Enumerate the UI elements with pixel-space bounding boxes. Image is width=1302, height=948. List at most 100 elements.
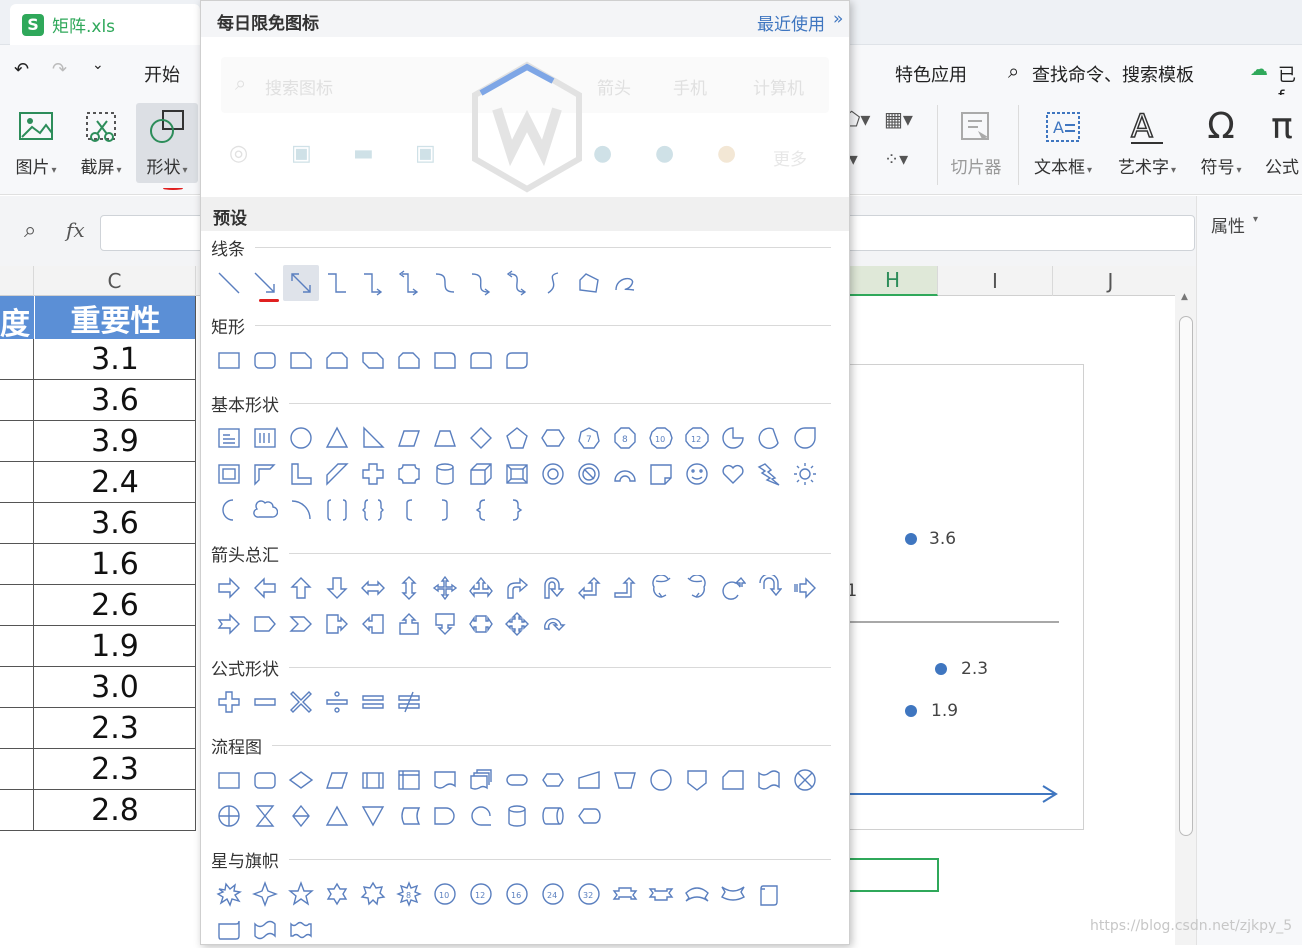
flowchart-alternate-process-icon[interactable] — [247, 762, 283, 798]
icon-tab-computer[interactable]: 计算机 — [753, 74, 804, 99]
bent-arrow-icon[interactable] — [499, 570, 535, 606]
curved-down-arrow-icon[interactable] — [751, 570, 787, 606]
flowchart-sequential-access-icon[interactable] — [463, 798, 499, 834]
chevron-arrow-icon[interactable] — [283, 606, 319, 642]
scroll-up-icon[interactable]: ▲ — [1181, 292, 1188, 302]
can-icon[interactable] — [427, 456, 463, 492]
table-cell-importance[interactable]: 1.9 — [34, 626, 196, 667]
plus-icon[interactable] — [211, 684, 247, 720]
flowchart-decision-icon[interactable] — [283, 762, 319, 798]
multiply-icon[interactable] — [283, 684, 319, 720]
quad-arrow-icon[interactable] — [427, 570, 463, 606]
no-symbol-icon[interactable] — [571, 456, 607, 492]
search-icon[interactable]: ⌕ — [1008, 59, 1019, 83]
star-7-point-icon[interactable] — [355, 876, 391, 912]
moon-icon[interactable] — [211, 492, 247, 528]
heptagon-icon[interactable]: 7 — [571, 420, 607, 456]
picture-button[interactable]: 图片 ▾ — [5, 103, 67, 183]
column-header-c[interactable]: C — [34, 266, 196, 296]
featured-icon[interactable]: ▣ — [415, 141, 436, 166]
right-brace-icon[interactable] — [499, 492, 535, 528]
left-arrow-icon[interactable] — [247, 570, 283, 606]
star-6-point-icon[interactable] — [319, 876, 355, 912]
star-12-point-icon[interactable]: 12 — [463, 876, 499, 912]
snip-round-rect-icon[interactable] — [391, 342, 427, 378]
chart-point[interactable] — [905, 705, 917, 717]
column-header-j[interactable]: J — [1053, 266, 1168, 296]
flowchart-offpage-connector-icon[interactable] — [679, 762, 715, 798]
flowchart-magnetic-disk-icon[interactable] — [499, 798, 535, 834]
right-arrow-icon[interactable] — [211, 570, 247, 606]
ribbon-up-icon[interactable] — [607, 876, 643, 912]
table-cell-left[interactable] — [0, 544, 34, 585]
curved-ribbon-up-icon[interactable] — [679, 876, 715, 912]
undo-icon[interactable]: ↶ — [14, 59, 29, 80]
scribble-icon[interactable] — [607, 265, 643, 301]
round-diagonal-rect-icon[interactable] — [499, 342, 535, 378]
table-cell-left[interactable] — [0, 667, 34, 708]
table-cell-importance[interactable]: 3.9 — [34, 421, 196, 462]
pie-icon[interactable] — [715, 420, 751, 456]
flowchart-preparation-icon[interactable] — [535, 762, 571, 798]
table-cell-left[interactable] — [0, 749, 34, 790]
u-turn-arrow-icon[interactable] — [535, 570, 571, 606]
flowchart-connector-icon[interactable] — [643, 762, 679, 798]
line-icon[interactable] — [211, 265, 247, 301]
up-arrow-icon[interactable] — [283, 570, 319, 606]
icon-tab-arrow[interactable]: 箭头 — [597, 74, 631, 99]
freeform-icon[interactable] — [571, 265, 607, 301]
flowchart-display-icon[interactable] — [571, 798, 607, 834]
trapezoid-icon[interactable] — [427, 420, 463, 456]
table-header-importance[interactable]: 重要性 — [34, 296, 196, 339]
pentagon-arrow-icon[interactable] — [247, 606, 283, 642]
curved-right-arrow-icon[interactable] — [643, 570, 679, 606]
table-cell-importance[interactable]: 2.3 — [34, 708, 196, 749]
chord-icon[interactable] — [751, 420, 787, 456]
snip-corner-rect-icon[interactable] — [283, 342, 319, 378]
flowchart-punched-tape-icon[interactable] — [751, 762, 787, 798]
plaque-icon[interactable] — [391, 456, 427, 492]
diamond-icon[interactable] — [463, 420, 499, 456]
icon-search-input[interactable]: 搜索图标 — [265, 74, 333, 99]
elbow-double-arrow-icon[interactable] — [391, 265, 427, 301]
command-search[interactable]: 查找命令、搜索模板 — [1032, 61, 1194, 87]
left-up-arrow-icon[interactable] — [571, 570, 607, 606]
wordart-button[interactable]: A 艺术字 ▾ — [1113, 103, 1181, 183]
down-arrow-callout-icon[interactable] — [427, 606, 463, 642]
left-right-up-arrow-icon[interactable] — [463, 570, 499, 606]
vertical-scrollbar[interactable]: ▲ — [1175, 266, 1196, 945]
table-cell-importance[interactable]: 2.3 — [34, 749, 196, 790]
divide-icon[interactable] — [319, 684, 355, 720]
zoom-search-icon[interactable]: ⌕ — [24, 218, 36, 243]
curved-ribbon-down-icon[interactable] — [715, 876, 751, 912]
explosion-icon[interactable] — [211, 876, 247, 912]
donut-icon[interactable] — [535, 456, 571, 492]
more-icons-link[interactable]: 更多 — [773, 145, 807, 170]
smiley-face-icon[interactable] — [679, 456, 715, 492]
left-bracket-icon[interactable] — [391, 492, 427, 528]
vertical-scroll-icon[interactable] — [751, 876, 787, 912]
wave-icon[interactable] — [247, 912, 283, 948]
flowchart-card-icon[interactable] — [715, 762, 751, 798]
elbow-connector-icon[interactable] — [319, 265, 355, 301]
rounded-rectangle-icon[interactable] — [247, 342, 283, 378]
round-corner-rect-icon[interactable] — [427, 342, 463, 378]
snip-diagonal-rect-icon[interactable] — [355, 342, 391, 378]
featured-icon[interactable]: ▣ — [291, 141, 312, 166]
pentagon-icon[interactable] — [499, 420, 535, 456]
heart-icon[interactable] — [715, 456, 751, 492]
chart-point[interactable] — [935, 663, 947, 675]
snip-two-corner-rect-icon[interactable] — [319, 342, 355, 378]
parallelogram-icon[interactable] — [391, 420, 427, 456]
flowchart-manual-input-icon[interactable] — [571, 762, 607, 798]
redo-icon[interactable]: ↷ — [52, 59, 67, 80]
left-right-arrow-callout-icon[interactable] — [463, 606, 499, 642]
scatter-chart[interactable]: 3.6.12.31.9 — [841, 364, 1084, 830]
table-cell-left[interactable] — [0, 503, 34, 544]
double-wave-icon[interactable] — [283, 912, 319, 948]
left-right-arrow-icon[interactable] — [355, 570, 391, 606]
file-tab[interactable]: S 矩阵.xls — [10, 4, 200, 45]
diagonal-stripe-icon[interactable] — [319, 456, 355, 492]
ribbon-down-icon[interactable] — [643, 876, 679, 912]
double-brace-icon[interactable] — [355, 492, 391, 528]
